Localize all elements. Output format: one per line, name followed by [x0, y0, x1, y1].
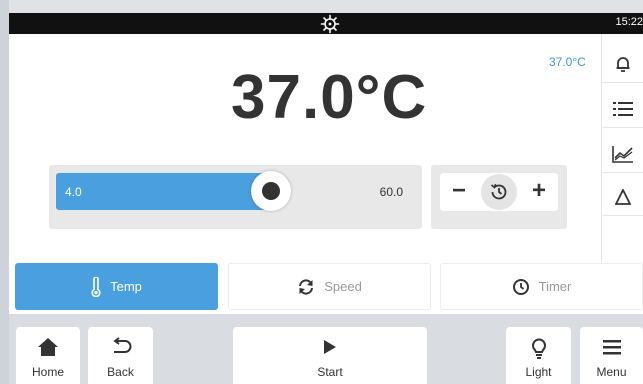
decrease-button[interactable]: − [444, 173, 474, 211]
back-arrow-icon [112, 337, 131, 353]
home-label: Home [31, 365, 64, 379]
reset-setpoint-button[interactable] [481, 174, 517, 210]
status-bar: 15:22 [9, 13, 643, 34]
graph-icon [612, 145, 633, 163]
menu-label: Menu [596, 365, 627, 379]
menu-button[interactable]: Menu [580, 327, 643, 384]
alarm-button[interactable] [602, 45, 643, 83]
home-icon [38, 338, 58, 356]
clock-icon [512, 278, 529, 295]
delta-icon [615, 188, 631, 205]
increase-button[interactable]: + [524, 173, 554, 211]
program-list-button[interactable] [602, 90, 643, 128]
home-button[interactable]: Home [16, 327, 80, 384]
lightbulb-icon [531, 338, 546, 359]
refresh-icon [299, 278, 314, 295]
list-icon [613, 101, 633, 116]
tab-timer[interactable]: Timer [440, 263, 643, 310]
temperature-stepper-panel: − + [431, 165, 567, 229]
thermometer-icon [91, 276, 101, 297]
current-temperature: 37.0°C [231, 63, 428, 132]
start-label: Start [317, 365, 343, 379]
tab-label: Temp [110, 279, 142, 294]
device-frame-top [0, 0, 643, 13]
temperature-slider[interactable]: 4.0 60.0 [56, 171, 403, 211]
play-icon [324, 340, 336, 354]
bell-icon [616, 56, 630, 72]
slider-handle[interactable] [251, 171, 291, 211]
tab-label: Timer [538, 279, 572, 294]
temperature-slider-panel: 4.0 60.0 [49, 165, 422, 229]
delta-button[interactable] [602, 178, 643, 216]
side-panel [601, 34, 643, 262]
start-button[interactable]: Start [233, 327, 427, 384]
tab-speed[interactable]: Speed [228, 263, 431, 310]
device-frame-left [0, 0, 9, 384]
clock-time: 15:22 [615, 16, 643, 28]
sun-gear-icon [320, 14, 340, 34]
graph-button[interactable] [602, 135, 643, 173]
back-label: Back [107, 365, 134, 379]
slider-fill [56, 173, 271, 210]
light-button[interactable]: Light [506, 327, 571, 384]
history-icon [490, 183, 507, 200]
main-screen: 37.0°C 37.0°C 4.0 60.0 − + Temp Speed Ti… [9, 34, 643, 314]
hamburger-menu-icon [602, 340, 621, 355]
slider-min-label: 4.0 [65, 185, 82, 199]
setpoint-temperature: 37.0°C [549, 55, 586, 69]
light-label: Light [525, 365, 552, 379]
back-button[interactable]: Back [88, 327, 153, 384]
slider-max-label: 60.0 [379, 185, 403, 199]
tab-temp[interactable]: Temp [15, 263, 218, 310]
tab-label: Speed [324, 279, 362, 294]
temperature-stepper: − + [440, 173, 558, 211]
